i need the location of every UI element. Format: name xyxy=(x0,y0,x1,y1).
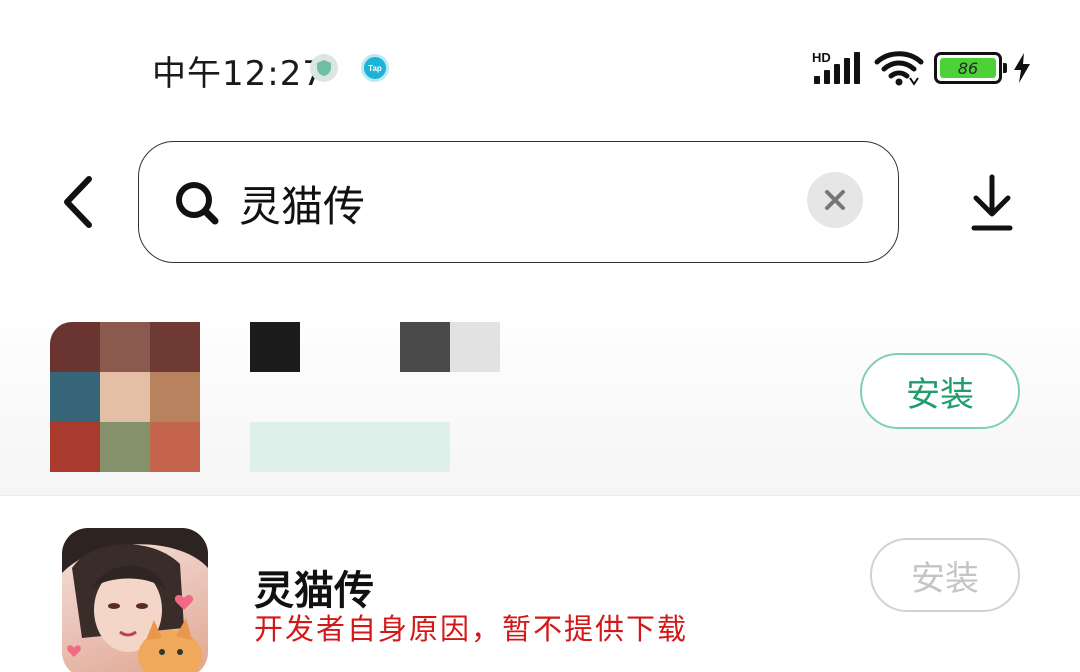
battery-icon: 86 xyxy=(934,52,1007,84)
install-button[interactable]: 安装 xyxy=(860,353,1020,429)
clear-search-button[interactable] xyxy=(807,172,863,228)
network-type-label: HD xyxy=(812,50,831,65)
download-manager-button[interactable] xyxy=(962,168,1022,238)
shield-icon xyxy=(310,54,338,82)
search-input[interactable] xyxy=(239,172,779,234)
app-icon-artwork xyxy=(62,528,208,672)
close-icon xyxy=(825,190,845,210)
install-button-disabled[interactable]: 安装 xyxy=(870,538,1020,612)
battery-level: 86 xyxy=(940,58,996,78)
unavailable-notice: 开发者自身原因，暂不提供下载 xyxy=(254,612,689,646)
status-indicators: HD 86 xyxy=(812,48,1032,88)
download-icon xyxy=(971,174,1013,231)
search-bar[interactable] xyxy=(138,141,899,263)
taptap-icon: Tap xyxy=(361,54,389,82)
chevron-left-icon xyxy=(64,176,92,228)
charging-bolt-icon xyxy=(1014,53,1030,83)
status-bar: 中午12:27 Tap HD 86 xyxy=(0,0,1080,130)
status-time: 中午12:27 xyxy=(152,54,325,94)
wifi-icon xyxy=(874,51,924,86)
back-button[interactable] xyxy=(48,170,108,234)
signal-icon: HD xyxy=(812,50,862,86)
search-icon xyxy=(176,182,219,225)
app-icon[interactable] xyxy=(62,528,208,672)
